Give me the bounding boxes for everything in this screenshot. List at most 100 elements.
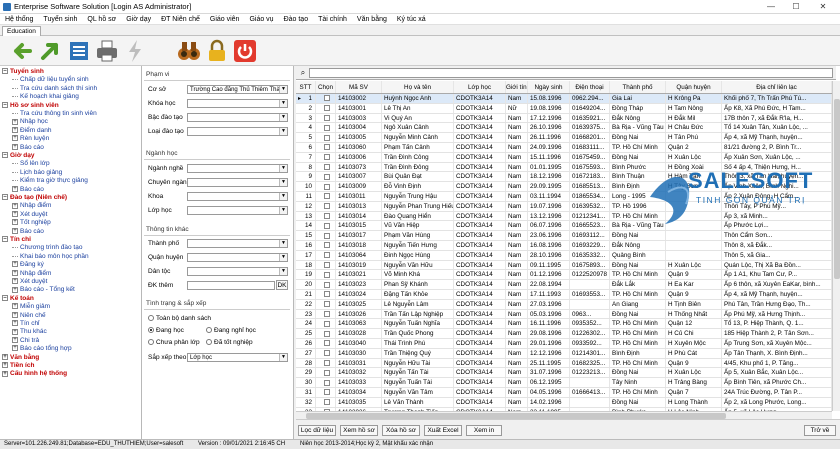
checkbox-icon[interactable] [323, 183, 330, 190]
row-select-checkbox[interactable] [316, 358, 336, 368]
radio-toan-bo[interactable]: Toàn bộ danh sách [148, 315, 211, 322]
nav-item-6[interactable]: + Nhập học [12, 118, 48, 126]
binoculars-icon[interactable] [176, 38, 202, 64]
expand-icon[interactable]: + [2, 353, 8, 360]
nav-item-23[interactable]: + Đăng ký [12, 261, 44, 269]
nav-item-15[interactable]: – Đào tạo (Niên chế) [2, 194, 67, 202]
table-row[interactable]: 15 14103017 Phạm Văn Hùng CDOTK3A14 Nam 23.06… [296, 231, 832, 241]
column-header[interactable]: Họ và tên [382, 81, 454, 93]
expand-icon[interactable]: + [12, 286, 18, 293]
checkbox-icon[interactable] [323, 291, 330, 298]
nav-item-25[interactable]: + Xét duyệt [12, 278, 47, 286]
nav-item-24[interactable]: + Nhập điểm [12, 270, 51, 278]
nav-item-0[interactable]: – Tuyển sinh [2, 68, 44, 76]
checkbox-icon[interactable] [323, 163, 330, 170]
expand-icon[interactable]: + [12, 328, 18, 335]
checkbox-icon[interactable] [323, 232, 330, 239]
collapse-icon[interactable]: – [2, 194, 8, 201]
expand-icon[interactable]: + [2, 362, 8, 369]
table-row[interactable]: 20 14103023 Phan Sỹ Khánh CDOTK3A14 Nam 22.08… [296, 280, 832, 290]
menu-item-1[interactable]: Tuyển sinh [38, 14, 82, 25]
column-header[interactable]: Thành phố [610, 81, 666, 93]
nav-item-20[interactable]: – Tín chỉ [2, 236, 31, 244]
table-row[interactable]: 21 14103024 Đặng Tấn Khỏe CDOTK3A14 Nam 17.11… [296, 290, 832, 300]
checkbox-icon[interactable] [323, 369, 330, 376]
nav-item-16[interactable]: + Nhập điểm [12, 202, 51, 210]
view-profile-button[interactable]: Xem hồ sơ [340, 425, 378, 436]
menu-item-6[interactable]: Giáo vụ [244, 14, 278, 25]
menu-item-8[interactable]: Tài chính [313, 14, 352, 25]
row-select-checkbox[interactable] [316, 250, 336, 260]
row-select-checkbox[interactable] [316, 339, 336, 348]
table-row[interactable]: 18 14103019 Nguyễn Văn Hữu CDOTK3A14 Nam 09.1… [296, 260, 832, 271]
table-row[interactable]: 28 14103031 Nguyễn Hữu Tài CDOTK3A14 Nam 25.1… [296, 358, 832, 369]
row-select-checkbox[interactable] [316, 388, 336, 397]
checkbox-icon[interactable] [323, 95, 330, 102]
nav-item-19[interactable]: + Báo cáo [12, 228, 44, 236]
menu-item-10[interactable]: Ký túc xá [392, 14, 431, 25]
menu-item-5[interactable]: Giáo viên [205, 14, 245, 25]
lightning-icon[interactable] [122, 38, 148, 64]
nav-item-10[interactable]: – Giờ dạy [2, 152, 35, 160]
quan-huyen-select[interactable]: ▼ [187, 253, 288, 262]
nav-item-34[interactable]: + Văn bằng [2, 354, 39, 362]
nav-item-35[interactable]: + Tiền ích [2, 362, 34, 370]
bac-dao-tao-select[interactable]: ▼ [187, 113, 288, 122]
power-icon[interactable] [232, 38, 258, 64]
nav-item-3[interactable]: Kế hoạch khai giảng [12, 93, 79, 101]
row-select-checkbox[interactable] [316, 260, 336, 270]
dk-button[interactable]: DK [276, 280, 288, 290]
row-select-checkbox[interactable] [316, 290, 336, 299]
maximize-button[interactable]: ☐ [785, 1, 807, 13]
checkbox-icon[interactable] [323, 242, 330, 249]
back-button[interactable]: Trở về [804, 425, 836, 436]
grid-search-input[interactable] [309, 68, 833, 78]
tab-education[interactable]: Education [2, 26, 41, 36]
row-select-checkbox[interactable] [316, 299, 336, 309]
expand-icon[interactable]: + [12, 202, 18, 209]
checkbox-icon[interactable] [323, 389, 330, 396]
checkbox-icon[interactable] [323, 399, 330, 406]
table-row[interactable]: 5 14103005 Nguyễn Minh Cảnh CDOTK3A14 Nam 26.… [296, 133, 832, 143]
close-window-button[interactable]: ✕ [812, 1, 834, 13]
row-select-checkbox[interactable] [316, 182, 336, 191]
collapse-icon[interactable]: – [2, 68, 8, 75]
collapse-icon[interactable]: – [2, 236, 8, 243]
nav-item-21[interactable]: Chương trình đào tạo [12, 244, 82, 252]
table-row[interactable]: 3 14103003 Vi Quý An CDOTK3A14 Nam 17.12.1996… [296, 113, 832, 124]
nav-item-27[interactable]: – Kế toán [2, 295, 34, 303]
checkbox-icon[interactable] [323, 193, 330, 200]
row-select-checkbox[interactable] [316, 329, 336, 338]
collapse-icon[interactable]: – [2, 152, 8, 159]
search-icon[interactable]: ⌕ [298, 68, 308, 78]
checkbox-icon[interactable] [323, 359, 330, 366]
thanh-pho-select[interactable]: ▼ [187, 239, 288, 248]
nganh-nghe-select[interactable]: ▼ [187, 164, 288, 173]
radio-dang-nghi[interactable]: Đang nghỉ học [206, 327, 256, 334]
row-select-checkbox[interactable] [316, 319, 336, 329]
menu-item-3[interactable]: Giờ dạy [121, 14, 156, 25]
table-row[interactable]: 25 14103028 Trần Quốc Phong CDOTK3A14 Nam 29.… [296, 329, 832, 339]
row-select-checkbox[interactable] [316, 201, 336, 211]
table-row[interactable]: 27 14103030 Trần Thiệng Quý CDOTK3A14 Nam 12.… [296, 348, 832, 359]
checkbox-icon[interactable] [323, 320, 330, 327]
expand-icon[interactable]: + [12, 127, 18, 134]
row-select-checkbox[interactable] [316, 397, 336, 407]
row-select-checkbox[interactable] [316, 309, 336, 319]
expand-icon[interactable]: + [12, 320, 18, 327]
menu-item-2[interactable]: QL hồ sơ [82, 14, 121, 25]
checkbox-icon[interactable] [323, 330, 330, 337]
row-select-checkbox[interactable] [316, 143, 336, 152]
checkbox-icon[interactable] [323, 105, 330, 112]
nav-item-28[interactable]: + Miễn giảm [12, 303, 50, 311]
table-row[interactable]: 6 14103060 Phạm Tấn Cảnh CDOTK3A14 Nam 24.09.… [296, 143, 832, 153]
radio-dang-hoc[interactable]: Đang học [148, 327, 184, 334]
checkbox-icon[interactable] [323, 271, 330, 278]
khoa-select[interactable]: ▼ [187, 192, 288, 201]
table-row[interactable]: 24 14103063 Nguyễn Tuấn Nghĩa CDOTK3A14 Nam 1… [296, 319, 832, 330]
checkbox-icon[interactable] [323, 261, 330, 268]
nav-item-26[interactable]: + Báo cáo - Tổng kết [12, 286, 75, 294]
vertical-scrollbar[interactable] [832, 81, 840, 411]
checkbox-icon[interactable] [323, 173, 330, 180]
expand-icon[interactable]: + [12, 345, 18, 352]
